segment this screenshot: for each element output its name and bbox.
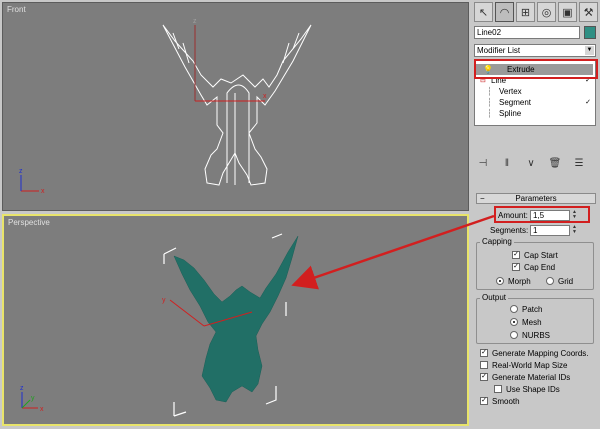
patch-radio[interactable] [510, 305, 518, 313]
motion-tab-icon[interactable]: ◎ [537, 2, 556, 22]
extrude-highlight-box [474, 59, 598, 79]
real-world-checkbox[interactable] [480, 361, 488, 369]
smooth-checkbox[interactable]: ✓ [480, 397, 488, 405]
morph-radio[interactable] [496, 277, 504, 285]
persp-axis-y: y [31, 395, 35, 402]
front-gizmo-x: x [263, 93, 267, 100]
create-tab-icon[interactable]: ↖ [474, 2, 493, 22]
parameters-title: Parameters [515, 194, 557, 203]
collapse-minus-icon[interactable]: − [480, 194, 485, 203]
patch-label: Patch [522, 305, 543, 314]
configure-sets-icon[interactable]: ☰ [572, 157, 586, 171]
mesh-radio[interactable] [510, 318, 518, 326]
cap-start-label: Cap Start [524, 251, 558, 260]
arch-outline [226, 84, 250, 183]
parameters-rollout-header[interactable]: − Parameters [476, 193, 596, 204]
real-world-label: Real-World Map Size [492, 361, 568, 370]
pin-stack-icon[interactable]: ⊣ [476, 157, 490, 171]
make-unique-icon[interactable]: ∨ [524, 157, 538, 171]
chevron-down-icon[interactable]: ▼ [585, 46, 594, 55]
amount-highlight-box [494, 206, 590, 223]
command-panel: ↖ ◠ ⊞ ◎ ▣ ⚒ Line02 Modifier List ▼ 💡 Ext… [472, 0, 600, 429]
modifier-list-dropdown[interactable]: Modifier List ▼ [474, 44, 596, 57]
perspective-viewport[interactable]: Perspective y x z y [2, 214, 469, 426]
display-tab-icon[interactable]: ▣ [558, 2, 577, 22]
show-end-result-icon[interactable]: ‖ [500, 157, 514, 171]
utilities-tab-icon[interactable]: ⚒ [579, 2, 598, 22]
nurbs-label: NURBS [522, 331, 551, 340]
modifier-list-label: Modifier List [477, 46, 521, 55]
front-axis-x: x [41, 188, 45, 195]
object-color-swatch[interactable] [584, 26, 596, 39]
capping-title: Capping [480, 237, 514, 246]
command-panel-tabs: ↖ ◠ ⊞ ◎ ▣ ⚒ [474, 2, 598, 22]
perspective-viewport-canvas: y x z y [20, 233, 299, 417]
persp-gizmo-y: y [162, 297, 166, 304]
gen-material-checkbox[interactable]: ✓ [480, 373, 488, 381]
stack-item-segment[interactable]: ┆ Segment ✓ [475, 97, 593, 108]
gen-mapping-checkbox[interactable]: ✓ [480, 349, 488, 357]
cap-end-label: Cap End [524, 263, 556, 272]
max-window: Front x z x z Perspective y x z y ↖ ◠ ⊞ … [0, 0, 600, 429]
stack-item-spline[interactable]: ┆ Spline [475, 108, 593, 119]
gen-material-label: Generate Material IDs [492, 373, 571, 382]
nurbs-radio[interactable] [510, 331, 518, 339]
morph-label: Morph [508, 277, 531, 286]
stack-item-segment-label: Segment [499, 98, 532, 107]
modify-tab-icon[interactable]: ◠ [495, 2, 514, 22]
segments-label: Segments: [490, 226, 529, 235]
object-name-field[interactable]: Line02 [474, 26, 580, 39]
smooth-label: Smooth [492, 397, 520, 406]
persp-axis-x: x [40, 406, 44, 413]
remove-modifier-icon[interactable]: 🗑 [548, 157, 562, 171]
grid-radio[interactable] [546, 277, 554, 285]
checkmark-icon: ✓ [585, 99, 591, 106]
cap-end-checkbox[interactable]: ✓ [512, 263, 520, 271]
stack-item-spline-label: Spline [499, 109, 522, 118]
cap-start-checkbox[interactable]: ✓ [512, 251, 520, 259]
front-gizmo-z: z [193, 18, 197, 25]
hierarchy-tab-icon[interactable]: ⊞ [516, 2, 535, 22]
output-title: Output [480, 293, 509, 302]
mesh-label: Mesh [522, 318, 542, 327]
front-viewport-canvas: x z x z [19, 18, 312, 195]
front-axis-z: z [19, 168, 23, 175]
segments-field[interactable]: 1 [530, 225, 570, 236]
segments-spinner[interactable]: ▲ ▼ [571, 225, 578, 236]
extruded-angel-shape [173, 235, 299, 403]
grid-label: Grid [558, 277, 574, 286]
front-viewport[interactable]: Front x z x z [2, 2, 469, 211]
stack-item-vertex[interactable]: ┆ Vertex [475, 86, 593, 97]
front-axis-tripod [20, 175, 39, 192]
gen-mapping-label: Generate Mapping Coords. [492, 349, 589, 358]
persp-axis-tripod [21, 392, 38, 409]
use-shape-checkbox[interactable] [494, 385, 502, 393]
stack-toolbar: ⊣ ‖ ∨ 🗑 ☰ [476, 156, 596, 172]
use-shape-label: Use Shape IDs [506, 385, 560, 394]
stack-item-vertex-label: Vertex [499, 87, 522, 96]
persp-axis-z: z [20, 385, 24, 392]
